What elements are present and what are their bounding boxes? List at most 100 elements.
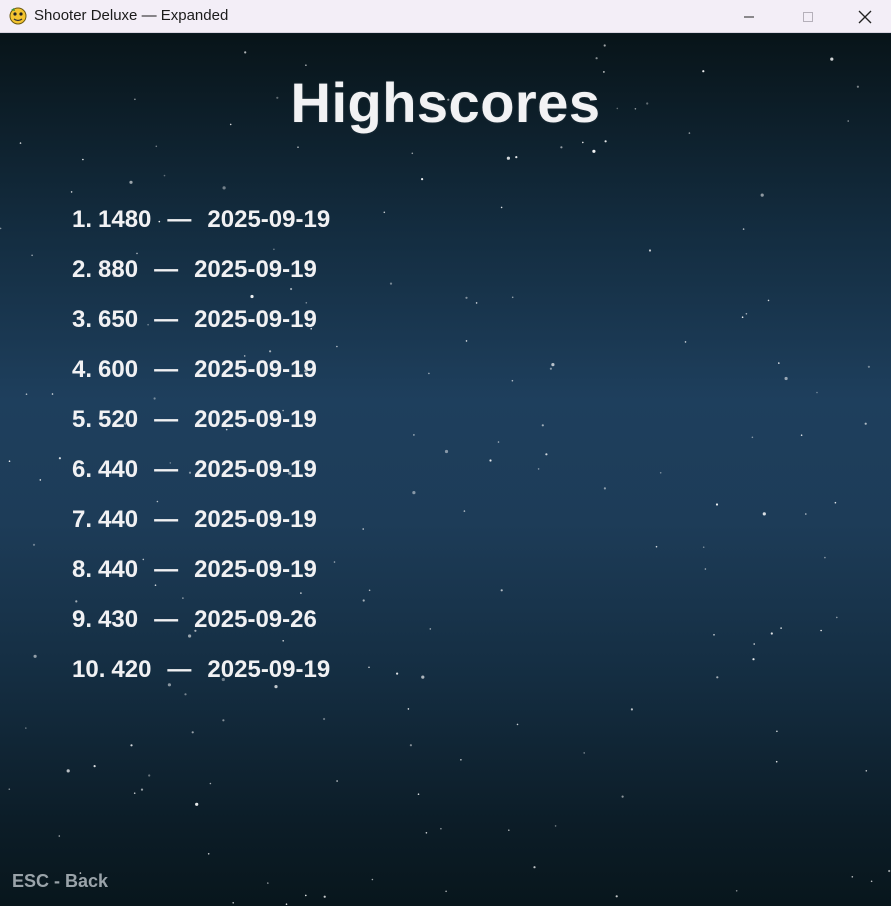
- score-separator: —: [154, 256, 179, 283]
- star: [752, 658, 755, 661]
- star: [8, 788, 11, 790]
- star: [362, 599, 365, 602]
- star: [465, 340, 468, 342]
- star: [371, 878, 374, 881]
- star: [148, 774, 151, 777]
- star: [511, 296, 514, 299]
- score-value: 440: [98, 456, 139, 483]
- star: [155, 145, 158, 148]
- star: [133, 792, 136, 794]
- score-value: 430: [98, 606, 139, 633]
- star: [615, 895, 618, 898]
- star: [421, 178, 424, 181]
- star: [463, 510, 466, 512]
- minimize-button[interactable]: [720, 0, 778, 33]
- star: [704, 568, 707, 570]
- star: [362, 528, 365, 530]
- star: [8, 460, 11, 463]
- highscore-row: 6. 440 — 2025-09-19: [72, 454, 330, 504]
- star: [489, 459, 492, 462]
- star: [851, 876, 854, 878]
- star: [751, 436, 754, 439]
- star: [515, 156, 518, 159]
- pygame-snake-icon: [8, 6, 28, 26]
- star: [760, 193, 764, 197]
- star: [333, 561, 336, 563]
- close-button[interactable]: [838, 0, 891, 33]
- star: [51, 393, 54, 395]
- game-canvas: Highscores 1. 1480—2025-09-19 2. 880—2025-0…: [0, 34, 891, 906]
- star: [775, 760, 778, 763]
- star: [745, 313, 748, 315]
- score-separator: —: [154, 306, 179, 333]
- score-value: 880: [98, 256, 139, 283]
- star: [545, 453, 548, 456]
- star: [582, 141, 584, 144]
- score-rank: 4.: [72, 356, 93, 383]
- score-rank: 10.: [72, 656, 106, 683]
- star: [497, 441, 500, 443]
- star: [537, 468, 540, 470]
- title-bar[interactable]: Shooter Deluxe — Expanded: [0, 0, 891, 33]
- star: [336, 780, 338, 782]
- star: [867, 365, 871, 368]
- star: [440, 827, 442, 830]
- score-date: 2025-09-19: [194, 306, 317, 333]
- star: [865, 770, 868, 772]
- star: [684, 341, 687, 343]
- star: [389, 282, 393, 285]
- star: [713, 634, 715, 636]
- star: [465, 296, 468, 299]
- highscore-row: 9. 430 — 2025-09-26: [72, 604, 330, 654]
- star: [323, 895, 326, 898]
- score-separator: —: [167, 656, 192, 683]
- star: [413, 434, 415, 436]
- star: [130, 744, 133, 747]
- maximize-button[interactable]: [779, 0, 837, 33]
- score-date: 2025-09-19: [194, 506, 317, 533]
- game-window: Shooter Deluxe — Expanded Highscores 1. 1…: [0, 0, 891, 906]
- star: [603, 487, 607, 490]
- score-separator: —: [154, 606, 179, 633]
- star: [19, 142, 22, 144]
- score-rank: 8.: [72, 556, 93, 583]
- score-separator: —: [167, 206, 192, 233]
- star: [767, 299, 770, 302]
- star: [511, 379, 514, 382]
- star: [32, 543, 36, 546]
- star: [409, 744, 412, 747]
- score-separator: —: [154, 406, 179, 433]
- star: [267, 882, 269, 884]
- star: [305, 64, 307, 66]
- score-date: 2025-09-26: [194, 606, 317, 633]
- highscore-row: 3. 650 — 2025-09-19: [72, 304, 330, 354]
- star: [592, 149, 596, 153]
- star: [305, 894, 307, 897]
- star: [368, 666, 370, 669]
- star: [396, 672, 399, 675]
- star: [191, 731, 194, 734]
- star: [70, 191, 73, 193]
- star: [762, 512, 766, 516]
- star: [753, 643, 755, 645]
- star: [244, 51, 247, 54]
- score-date: 2025-09-19: [207, 656, 331, 683]
- star: [58, 835, 61, 837]
- star: [824, 556, 826, 559]
- score-rank: 9.: [72, 606, 93, 633]
- star: [93, 765, 96, 768]
- star: [551, 363, 555, 367]
- star: [778, 362, 780, 364]
- star: [621, 795, 624, 798]
- score-rank: 2.: [72, 256, 93, 283]
- star: [297, 146, 299, 148]
- star: [834, 501, 837, 504]
- score-rank: 6.: [72, 456, 93, 483]
- star: [735, 890, 738, 892]
- star: [475, 302, 478, 304]
- star: [0, 227, 2, 230]
- star: [425, 832, 428, 834]
- close-icon: [858, 10, 871, 23]
- star: [209, 782, 212, 785]
- highscore-row: 8. 440 — 2025-09-19: [72, 554, 330, 604]
